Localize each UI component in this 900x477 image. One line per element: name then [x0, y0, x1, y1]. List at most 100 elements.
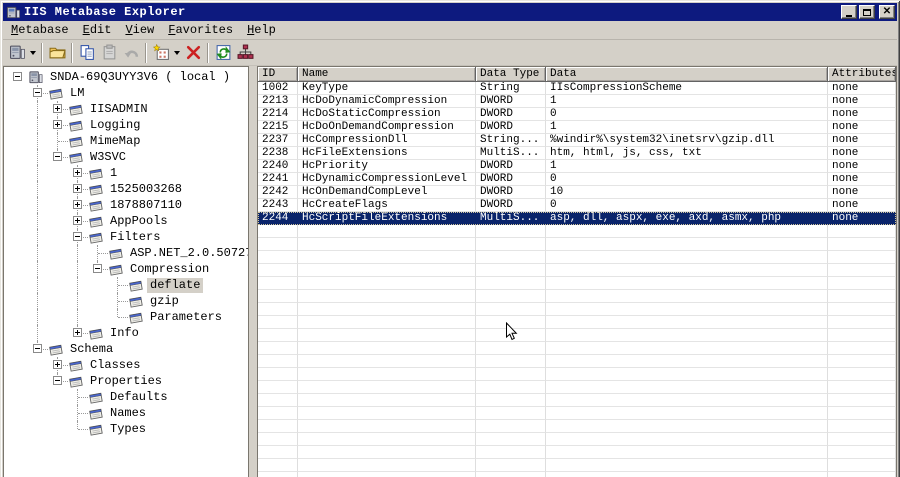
table-row-2241[interactable]: 2241 HcDynamicCompressionLevel DWORD 0 none: [258, 173, 896, 186]
tree-item-schema[interactable]: Schema: [4, 341, 248, 357]
tree-item-label[interactable]: Info: [107, 326, 142, 341]
collapse-toggle[interactable]: [33, 344, 42, 353]
tree-item-defaults[interactable]: Defaults: [4, 389, 248, 405]
tree-item-compression[interactable]: Compression: [4, 261, 248, 277]
expand-toggle[interactable]: [53, 120, 62, 129]
tree-item-label[interactable]: AppPools: [107, 214, 171, 229]
tree-item-filters[interactable]: Filters: [4, 229, 248, 245]
table-row-2240[interactable]: 2240 HcPriority DWORD 1 none: [258, 160, 896, 173]
tree-item-label[interactable]: Logging: [87, 118, 143, 133]
tree-item-gzip[interactable]: gzip: [4, 293, 248, 309]
delete-button[interactable]: [182, 42, 204, 64]
column-header-name[interactable]: Name: [298, 67, 476, 82]
tree-item-classes[interactable]: Classes: [4, 357, 248, 373]
table-row-2237[interactable]: 2237 HcCompressionDll String... %windir%\sy…: [258, 134, 896, 147]
expand-toggle[interactable]: [73, 200, 82, 209]
table-row-2238[interactable]: 2238 HcFileExtensions MultiS... htm, html, …: [258, 147, 896, 160]
connect-computer-button[interactable]: [6, 42, 38, 64]
close-button[interactable]: ✕: [879, 5, 895, 19]
copy-button[interactable]: [76, 42, 98, 64]
new-key-button[interactable]: [150, 42, 182, 64]
tree-item-types[interactable]: Types: [4, 421, 248, 437]
table-row-2243[interactable]: 2243 HcCreateFlags DWORD 0 none: [258, 199, 896, 212]
tree-item-iisadmin[interactable]: IISADMIN: [4, 101, 248, 117]
menu-favorites[interactable]: Favorites: [165, 22, 236, 38]
tree-item-label[interactable]: W3SVC: [87, 150, 129, 165]
expand-toggle[interactable]: [73, 328, 82, 337]
table-row-2242[interactable]: 2242 HcOnDemandCompLevel DWORD 10 none: [258, 186, 896, 199]
column-header-data-type[interactable]: Data Type: [476, 67, 546, 82]
tree-item-1525003268[interactable]: 1525003268: [4, 181, 248, 197]
tree-item-mimemap[interactable]: MimeMap: [4, 133, 248, 149]
column-header-data[interactable]: Data: [546, 67, 828, 82]
table-row-2244[interactable]: 2244 HcScriptFileExtensions MultiS... asp, …: [258, 212, 896, 225]
menu-edit[interactable]: Edit: [80, 22, 115, 38]
tree-item-label[interactable]: Classes: [87, 358, 143, 373]
table-row-1002[interactable]: 1002 KeyType String IIsCompressionScheme non…: [258, 82, 896, 95]
view-hierarchy-button[interactable]: [234, 42, 256, 64]
expand-toggle[interactable]: [53, 104, 62, 113]
paste-button[interactable]: [98, 42, 120, 64]
tree-item-label[interactable]: IISADMIN: [87, 102, 151, 117]
dropdown-arrow-icon[interactable]: [174, 50, 180, 55]
tree-item-snda-69q3uyy3v6-local[interactable]: SNDA-69Q3UYY3V6 ( local ): [4, 69, 248, 85]
collapse-toggle[interactable]: [13, 72, 22, 81]
tree-item-apppools[interactable]: AppPools: [4, 213, 248, 229]
tree-item-logging[interactable]: Logging: [4, 117, 248, 133]
tree-item-label[interactable]: MimeMap: [87, 134, 143, 149]
tree-item-label[interactable]: Parameters: [147, 310, 225, 325]
tree-item-w3svc[interactable]: W3SVC: [4, 149, 248, 165]
tree-item-parameters[interactable]: Parameters: [4, 309, 248, 325]
tree-item-1[interactable]: 1: [4, 165, 248, 181]
tree-item-info[interactable]: Info: [4, 325, 248, 341]
panel-splitter[interactable]: [249, 66, 257, 477]
collapse-toggle[interactable]: [73, 232, 82, 241]
tree-item-deflate[interactable]: deflate: [4, 277, 248, 293]
menu-metabase[interactable]: Metabase: [8, 22, 72, 38]
tree-item-label[interactable]: SNDA-69Q3UYY3V6 ( local ): [47, 70, 233, 85]
tree-item-properties[interactable]: Properties: [4, 373, 248, 389]
table-row-2213[interactable]: 2213 HcDoDynamicCompression DWORD 1 none: [258, 95, 896, 108]
tree-item-label[interactable]: Types: [107, 422, 149, 437]
collapse-toggle[interactable]: [53, 152, 62, 161]
tree-guide: [28, 293, 48, 309]
tree-item-label[interactable]: LM: [67, 86, 87, 101]
collapse-toggle[interactable]: [33, 88, 42, 97]
refresh-button[interactable]: [212, 42, 234, 64]
minimize-button[interactable]: [841, 5, 857, 19]
expand-toggle[interactable]: [73, 168, 82, 177]
undo-button[interactable]: [120, 42, 142, 64]
empty-cell: [828, 277, 896, 290]
dropdown-arrow-icon[interactable]: [30, 50, 36, 55]
menu-help[interactable]: Help: [244, 22, 279, 38]
tree-item-label[interactable]: Compression: [127, 262, 212, 277]
tree-item-label[interactable]: deflate: [147, 277, 204, 293]
tree-item-label[interactable]: 1525003268: [107, 182, 185, 197]
tree-item-label[interactable]: 1: [107, 166, 120, 181]
expand-toggle[interactable]: [73, 216, 82, 225]
column-header-id[interactable]: ID: [258, 67, 298, 82]
tree-item-label[interactable]: 1878807110: [107, 198, 185, 213]
tree-item-names[interactable]: Names: [4, 405, 248, 421]
tree-item-label[interactable]: Properties: [87, 374, 165, 389]
table-row-2214[interactable]: 2214 HcDoStaticCompression DWORD 0 none: [258, 108, 896, 121]
collapse-toggle[interactable]: [53, 376, 62, 385]
tree-item-label[interactable]: Filters: [107, 230, 163, 245]
tree-item-label[interactable]: ASP.NET_2.0.50727.0: [127, 246, 248, 261]
tree-item-lm[interactable]: LM: [4, 85, 248, 101]
export-button[interactable]: [46, 42, 68, 64]
tree-item-label[interactable]: Schema: [67, 342, 116, 357]
tree-item-asp-net-2-0-50727-0[interactable]: ASP.NET_2.0.50727.0: [4, 245, 248, 261]
tree-guide: [8, 133, 28, 149]
expand-toggle[interactable]: [53, 360, 62, 369]
menu-view[interactable]: View: [122, 22, 157, 38]
tree-item-label[interactable]: gzip: [147, 294, 182, 309]
maximize-button[interactable]: [859, 5, 875, 19]
tree-item-label[interactable]: Names: [107, 406, 149, 421]
tree-item-1878807110[interactable]: 1878807110: [4, 197, 248, 213]
expand-toggle[interactable]: [73, 184, 82, 193]
column-header-attributes[interactable]: Attributes: [828, 67, 896, 82]
collapse-toggle[interactable]: [93, 264, 102, 273]
tree-item-label[interactable]: Defaults: [107, 390, 171, 405]
table-row-2215[interactable]: 2215 HcDoOnDemandCompression DWORD 1 none: [258, 121, 896, 134]
